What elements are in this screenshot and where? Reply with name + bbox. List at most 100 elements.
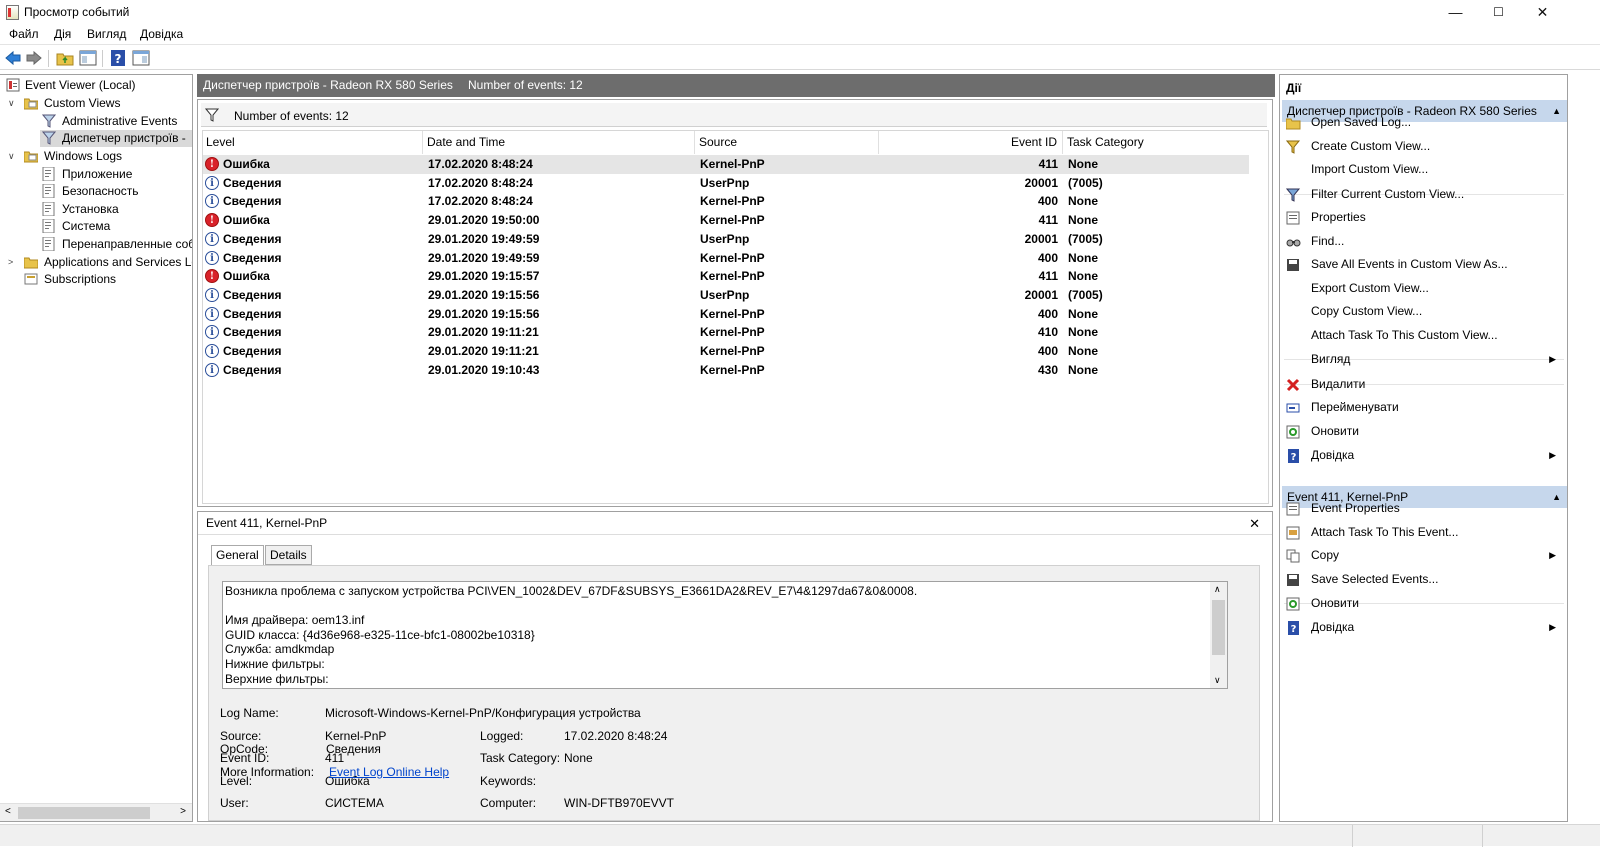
action-delete[interactable]: Видалити bbox=[1284, 373, 1564, 395]
svg-text:?: ? bbox=[1291, 624, 1297, 635]
description-scrollbar[interactable]: ∧ ∨ bbox=[1210, 582, 1227, 688]
console-tree-icon[interactable] bbox=[79, 49, 97, 67]
action-label: Довідка bbox=[1311, 448, 1355, 462]
scroll-right-icon[interactable]: > bbox=[180, 806, 186, 817]
action-copy-submenu[interactable]: Copy ▶ bbox=[1284, 544, 1564, 566]
tree-device-manager-view[interactable]: Диспетчер пристроїв - bbox=[40, 130, 192, 147]
column-header-date[interactable]: Date and Time bbox=[424, 131, 695, 154]
chevron-down-icon[interactable]: ∨ bbox=[8, 148, 15, 165]
folder-up-icon[interactable] bbox=[56, 49, 74, 67]
console-tree[interactable]: Event Viewer (Local) ∨ Custom Views Admi… bbox=[0, 74, 193, 822]
menu-file[interactable]: Файл bbox=[9, 27, 39, 41]
info-icon: i bbox=[205, 175, 219, 190]
action-help-submenu[interactable]: ? Довідка ▶ bbox=[1284, 444, 1564, 466]
event-description[interactable]: Возникла проблема с запуском устройства … bbox=[222, 581, 1228, 689]
scrollbar-thumb[interactable] bbox=[18, 807, 150, 819]
log-icon bbox=[42, 183, 56, 199]
tree-app-services[interactable]: > Applications and Services Lo bbox=[4, 254, 192, 271]
keywords-label: Keywords: bbox=[480, 774, 537, 788]
help-icon[interactable]: ? bbox=[109, 49, 127, 67]
tree-admin-events[interactable]: Administrative Events bbox=[4, 113, 192, 130]
help-icon: ? bbox=[1286, 448, 1301, 463]
column-header-source[interactable]: Source bbox=[696, 131, 879, 154]
cell-level: Сведения bbox=[223, 287, 282, 302]
cell-source: Kernel-PnP bbox=[700, 362, 765, 377]
forward-icon[interactable] bbox=[25, 49, 43, 67]
table-row[interactable]: i Сведения 29.01.2020 19:15:56 Kernel-PnP 40… bbox=[203, 305, 1249, 324]
online-help-link[interactable]: Event Log Online Help bbox=[329, 765, 449, 779]
action-create-custom-view[interactable]: Create Custom View... bbox=[1284, 135, 1564, 157]
window-title: Просмотр событий bbox=[24, 5, 130, 19]
tree-windows-logs[interactable]: ∨ Windows Logs bbox=[4, 148, 192, 165]
action-copy-custom-view[interactable]: Copy Custom View... bbox=[1284, 300, 1564, 322]
action-refresh[interactable]: Оновити bbox=[1284, 420, 1564, 442]
table-row[interactable]: i Сведения 29.01.2020 19:15:56 UserPnp 20001… bbox=[203, 286, 1249, 305]
cell-task-category: None bbox=[1068, 213, 1098, 228]
action-attach-task-view[interactable]: Attach Task To This Custom View... bbox=[1284, 324, 1564, 346]
tree-log-security[interactable]: Безопасность bbox=[4, 183, 192, 200]
action-pane-icon[interactable] bbox=[132, 49, 150, 67]
action-rename[interactable]: Перейменувати bbox=[1284, 396, 1564, 418]
toolbar-separator bbox=[102, 50, 103, 67]
action-save-selected-events[interactable]: Save Selected Events... bbox=[1284, 568, 1564, 590]
tree-horizontal-scrollbar[interactable]: < > bbox=[0, 803, 192, 821]
action-import-custom-view[interactable]: Import Custom View... bbox=[1284, 158, 1564, 180]
action-save-all-events[interactable]: Save All Events in Custom View As... bbox=[1284, 253, 1564, 275]
table-row[interactable]: i Сведения 29.01.2020 19:49:59 Kernel-PnP 40… bbox=[203, 249, 1249, 268]
table-row[interactable]: i Сведения 17.02.2020 8:48:24 Kernel-PnP 400… bbox=[203, 192, 1249, 211]
chevron-down-icon[interactable]: ∨ bbox=[8, 95, 15, 112]
tab-general[interactable]: General bbox=[211, 545, 264, 566]
action-refresh[interactable]: Оновити bbox=[1284, 592, 1564, 614]
tree-root-label: Event Viewer (Local) bbox=[25, 78, 136, 92]
maximize-button[interactable]: ☐ bbox=[1476, 0, 1521, 24]
scroll-down-icon[interactable]: ∨ bbox=[1214, 673, 1221, 688]
action-filter-current-view[interactable]: Filter Current Custom View... bbox=[1284, 183, 1564, 205]
tab-details[interactable]: Details bbox=[265, 545, 312, 565]
table-row[interactable]: ! Ошибка 29.01.2020 19:50:00 Kernel-PnP 411 N… bbox=[203, 211, 1249, 230]
action-view-submenu[interactable]: Вигляд ▶ bbox=[1284, 348, 1564, 370]
menu-view[interactable]: Вигляд bbox=[87, 27, 126, 41]
column-header-task-category[interactable]: Task Category bbox=[1064, 131, 1249, 154]
action-find[interactable]: Find... bbox=[1284, 230, 1564, 252]
chevron-right-icon[interactable]: > bbox=[8, 254, 13, 271]
column-header-level[interactable]: Level bbox=[203, 131, 423, 154]
table-row[interactable]: i Сведения 29.01.2020 19:49:59 UserPnp 20001… bbox=[203, 230, 1249, 249]
cell-source: Kernel-PnP bbox=[700, 306, 765, 321]
menu-help[interactable]: Довідка bbox=[140, 27, 183, 41]
scrollbar-thumb[interactable] bbox=[1212, 600, 1225, 655]
table-row[interactable]: i Сведения 17.02.2020 8:48:24 UserPnp 20001 (… bbox=[203, 174, 1249, 193]
column-header-event-id[interactable]: Event ID bbox=[880, 131, 1063, 154]
table-row[interactable]: i Сведения 29.01.2020 19:10:43 Kernel-PnP 43… bbox=[203, 361, 1249, 380]
scroll-left-icon[interactable]: < bbox=[5, 806, 11, 817]
tree-log-forwarded[interactable]: Перенаправленные соб bbox=[4, 236, 192, 253]
action-help-submenu[interactable]: ? Довідка ▶ bbox=[1284, 616, 1564, 638]
filter-icon bbox=[1285, 187, 1301, 202]
back-icon[interactable] bbox=[4, 49, 22, 67]
table-row[interactable]: ! Ошибка 17.02.2020 8:48:24 Kernel-PnP 411 No… bbox=[203, 155, 1249, 174]
event-grid[interactable]: Level Date and Time Source Event ID Task… bbox=[202, 130, 1269, 504]
cell-level: Сведения bbox=[223, 231, 282, 246]
tree-log-application[interactable]: Приложение bbox=[4, 166, 192, 183]
action-event-properties[interactable]: Event Properties bbox=[1284, 497, 1564, 519]
table-row[interactable]: i Сведения 29.01.2020 19:11:21 Kernel-PnP 41… bbox=[203, 323, 1249, 342]
menu-action[interactable]: Дія bbox=[54, 27, 71, 41]
minimize-button[interactable]: — bbox=[1433, 0, 1478, 24]
folder-icon bbox=[23, 96, 39, 110]
action-open-saved-log[interactable]: Open Saved Log... bbox=[1284, 111, 1564, 133]
tree-subscriptions[interactable]: Subscriptions bbox=[4, 271, 192, 288]
action-attach-task-event[interactable]: Attach Task To This Event... bbox=[1284, 521, 1564, 543]
scroll-up-icon[interactable]: ∧ bbox=[1214, 582, 1221, 597]
tree-log-system[interactable]: Система bbox=[4, 218, 192, 235]
tree-log-setup[interactable]: Установка bbox=[4, 201, 192, 218]
table-row[interactable]: i Сведения 29.01.2020 19:11:21 Kernel-PnP 40… bbox=[203, 342, 1249, 361]
error-icon: ! bbox=[205, 269, 219, 284]
cell-level: Сведения bbox=[223, 250, 282, 265]
table-row[interactable]: ! Ошибка 29.01.2020 19:15:57 Kernel-PnP 411 N… bbox=[203, 267, 1249, 286]
cell-level: Ошибка bbox=[223, 213, 270, 228]
action-properties[interactable]: Properties bbox=[1284, 206, 1564, 228]
close-button[interactable]: ✕ bbox=[1520, 0, 1565, 24]
tree-root[interactable]: Event Viewer (Local) bbox=[4, 77, 192, 94]
action-export-custom-view[interactable]: Export Custom View... bbox=[1284, 277, 1564, 299]
tree-custom-views[interactable]: ∨ Custom Views bbox=[4, 95, 192, 112]
close-detail-icon[interactable]: ✕ bbox=[1249, 512, 1260, 535]
